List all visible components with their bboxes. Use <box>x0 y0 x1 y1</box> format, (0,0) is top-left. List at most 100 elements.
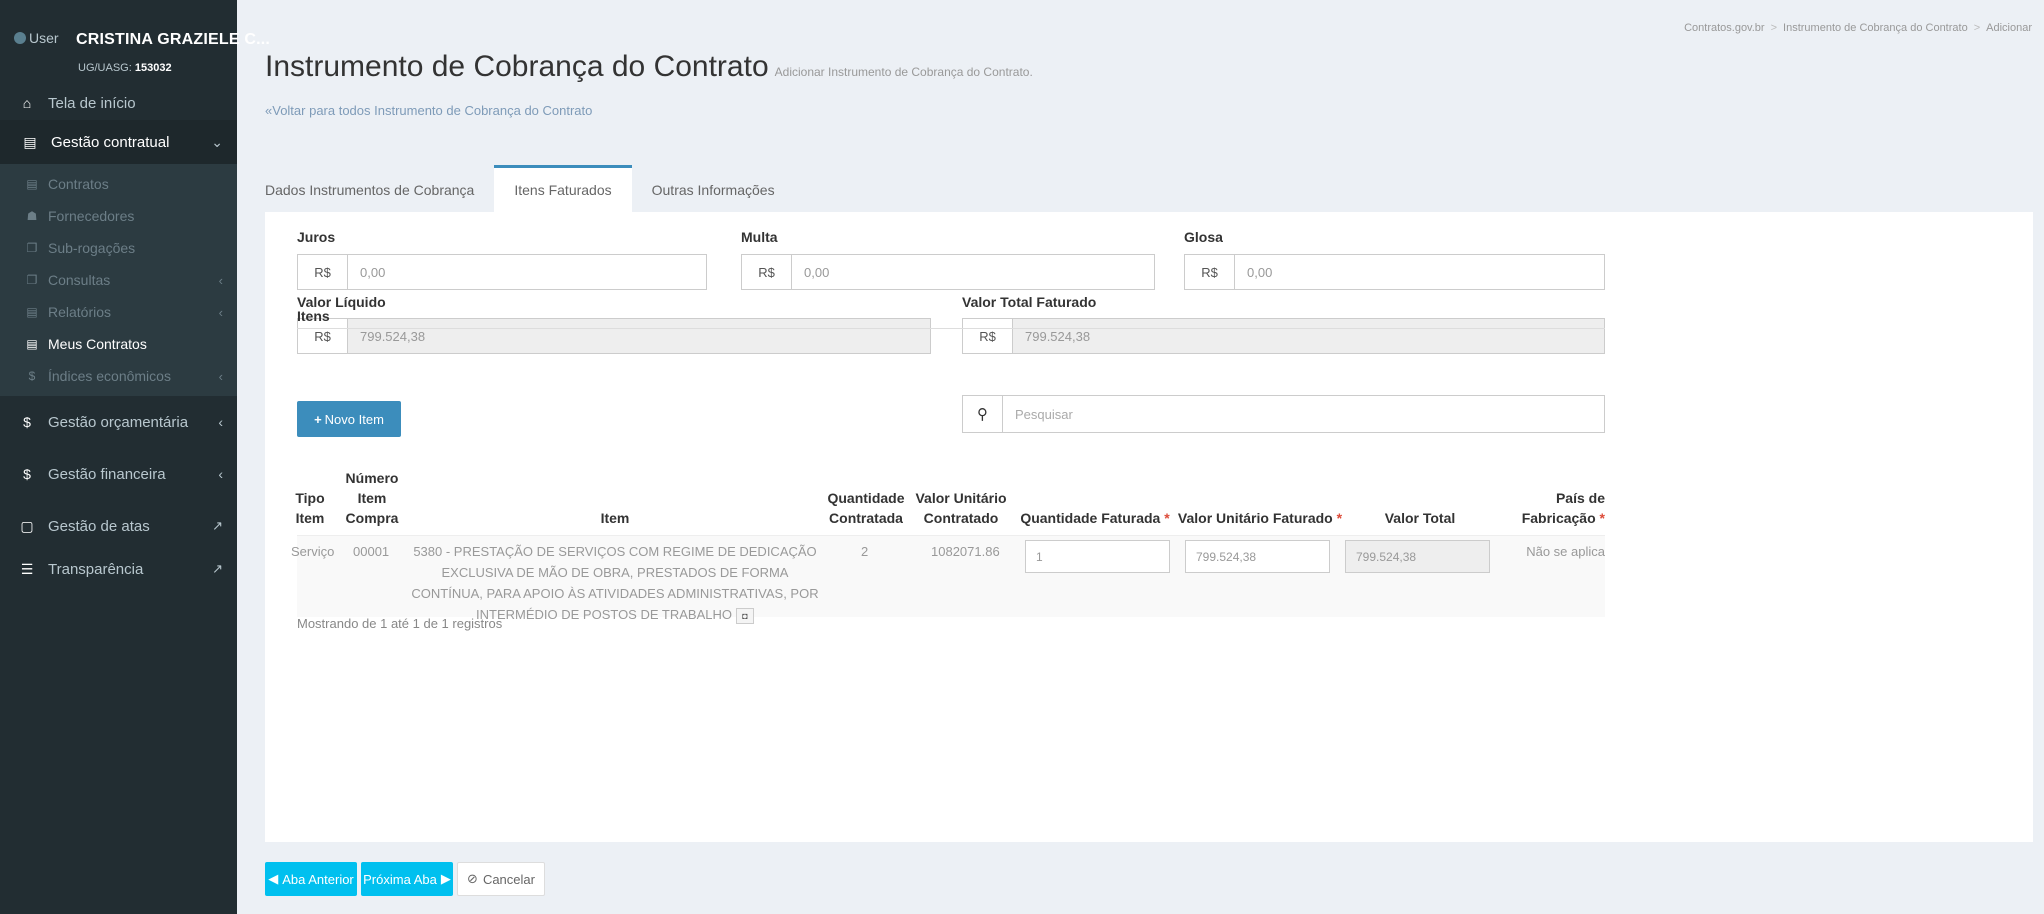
th-pais-fabricacao: País de Fabricação * <box>1495 488 1605 528</box>
sidebar-item-subrogacoes[interactable]: ❐ Sub-rogações <box>0 232 237 264</box>
valor-total-label: Valor Total Faturado <box>962 294 1097 310</box>
file-icon: ▤ <box>23 133 37 150</box>
home-icon: ⌂ <box>22 95 32 111</box>
th-text: Fabricação <box>1521 510 1596 526</box>
multa-field[interactable]: R$ 0,00 <box>741 254 1155 290</box>
quantidade-faturada-input[interactable]: 1 <box>1025 540 1170 573</box>
sidebar-item-label: Transparência <box>48 560 144 578</box>
plus-icon: + <box>314 411 322 427</box>
page-subtitle: Adicionar Instrumento de Cobrança do Con… <box>774 65 1033 79</box>
proxima-aba-button[interactable]: Próxima Aba ▶ <box>361 862 453 896</box>
required-mark: * <box>1164 510 1170 526</box>
ban-icon: ⊘ <box>467 871 478 886</box>
currency-addon: R$ <box>742 255 792 289</box>
sidebar-item-label: Tela de início <box>48 94 136 112</box>
th-text: País de <box>1555 490 1605 506</box>
users-icon: ☗ <box>26 209 38 223</box>
dollar-icon: $ <box>28 369 36 383</box>
th-text: Item <box>357 490 387 506</box>
sidebar-item-gestao-orcamentaria[interactable]: $ Gestão orçamentária ‹ <box>0 396 237 448</box>
th-tipo-item: Tipo Item <box>285 488 335 528</box>
arrow-right-circle-icon: ▶ <box>440 871 451 886</box>
sidebar-item-label: Gestão orçamentária <box>48 413 189 431</box>
juros-label: Juros <box>297 229 336 245</box>
cell-item: 5380 - PRESTAÇÃO DE SERVIÇOS COM REGIME … <box>410 541 820 625</box>
th-text: Valor Unitário <box>915 490 1007 506</box>
arrow-left-circle-icon: ◀ <box>268 871 279 886</box>
dollar-icon: $ <box>23 466 31 482</box>
back-link[interactable]: «Voltar para todos Instrumento de Cobran… <box>265 103 592 118</box>
sidebar-item-home[interactable]: ⌂ Tela de início <box>0 86 237 120</box>
aba-anterior-button[interactable]: ◀ Aba Anterior <box>265 862 357 896</box>
sidebar-item-indices[interactable]: $ Índices econômicos ‹ <box>0 360 237 392</box>
sidebar-item-label: Contratos <box>48 176 109 192</box>
cell-vu-contratado: 1082071.86 <box>931 544 1000 559</box>
glosa-input[interactable]: 0,00 <box>1235 255 1604 289</box>
cell-numero: 00001 <box>353 544 390 559</box>
file-icon: ▤ <box>26 305 38 319</box>
file-icon: ▤ <box>26 337 38 351</box>
tab-outras-informacoes[interactable]: Outras Informações <box>632 165 795 212</box>
valor-liquido-field: R$ 799.524,38 <box>297 318 931 354</box>
breadcrumb-separator: > <box>1973 22 1981 34</box>
file-icon: ▤ <box>26 177 38 191</box>
valor-total-input: 799.524,38 <box>1025 328 1091 344</box>
th-text: Contratado <box>923 510 999 526</box>
copy-icon: ❐ <box>26 273 38 287</box>
th-valor-total: Valor Total <box>1384 510 1456 526</box>
novo-item-label: Novo Item <box>324 411 384 427</box>
tab-dados[interactable]: Dados Instrumentos de Cobrança <box>265 165 494 212</box>
sidebar-item-fornecedores[interactable]: ☗ Fornecedores <box>0 200 237 232</box>
cancelar-button[interactable]: ⊘ Cancelar <box>457 862 545 896</box>
search-input[interactable]: Pesquisar <box>1003 396 1073 432</box>
sidebar-item-gestao-financeira[interactable]: $ Gestão financeira ‹ <box>0 448 237 500</box>
external-link-icon: ↗ <box>212 518 223 533</box>
juros-input[interactable]: 0,00 <box>348 255 706 289</box>
tab-itens-faturados[interactable]: Itens Faturados <box>494 165 632 212</box>
th-text: Número <box>345 470 399 486</box>
sidebar-item-consultas[interactable]: ❐ Consultas ‹ <box>0 264 237 296</box>
sidebar-item-gestao-atas[interactable]: ▢ Gestão de atas ↗ <box>0 500 237 552</box>
proxima-aba-label: Próxima Aba <box>363 871 437 887</box>
breadcrumb-item-instrumento[interactable]: Instrumento de Cobrança do Contrato <box>1783 22 1968 34</box>
sidebar-item-contratos[interactable]: ▤ Contratos <box>0 168 237 200</box>
aba-anterior-label: Aba Anterior <box>282 871 354 887</box>
sidebar-item-label: Meus Contratos <box>48 336 147 352</box>
sidebar-item-transparencia[interactable]: ☰ Transparência ↗ <box>0 552 237 586</box>
itens-label: Itens <box>297 308 330 324</box>
cell-item-text: 5380 - PRESTAÇÃO DE SERVIÇOS COM REGIME … <box>411 544 819 622</box>
sidebar-item-meus-contratos[interactable]: ▤ Meus Contratos <box>0 328 237 360</box>
sidebar-item-relatorios[interactable]: ▤ Relatórios ‹ <box>0 296 237 328</box>
submenu-gestao-contratual: ▤ Contratos ☗ Fornecedores ❐ Sub-rogações ❐… <box>0 164 237 396</box>
user-label: User <box>29 30 59 46</box>
chevron-down-icon: ⌄ <box>211 133 223 150</box>
valor-liquido-input: 799.524,38 <box>360 328 426 344</box>
document-icon: ▢ <box>20 517 34 534</box>
sidebar-item-label: Relatórios <box>48 304 112 320</box>
th-quantidade-contratada: Quantidade Contratada <box>821 488 911 528</box>
user-panel: User CRISTINA GRAZIELE C... UG/UASG: 153… <box>0 0 270 87</box>
chevron-left-icon: ‹ <box>218 304 223 320</box>
back-link-text: Voltar para todos Instrumento de Cobranç… <box>272 103 593 118</box>
search-box: ⚲ Pesquisar <box>962 395 1605 433</box>
chevron-left-icon: ‹ <box>218 414 223 430</box>
sidebar-item-gestao-contratual[interactable]: ▤ Gestão contratual ⌄ <box>0 120 237 164</box>
currency-addon: R$ <box>1185 255 1235 289</box>
novo-item-button[interactable]: + Novo Item <box>297 401 401 437</box>
sidebar-item-label: Gestão financeira <box>48 465 166 483</box>
currency-addon: R$ <box>963 319 1013 353</box>
valor-unitario-faturado-input[interactable]: 799.524,38 <box>1185 540 1330 573</box>
glosa-field[interactable]: R$ 0,00 <box>1184 254 1605 290</box>
sidebar-item-label: Sub-rogações <box>48 240 136 256</box>
th-quantidade-faturada: Quantidade Faturada * <box>1015 508 1175 528</box>
th-text: Tipo <box>295 490 325 506</box>
multa-input[interactable]: 0,00 <box>792 255 1154 289</box>
juros-field[interactable]: R$ 0,00 <box>297 254 707 290</box>
external-link-icon: ↗ <box>212 561 223 576</box>
breadcrumb-item-home[interactable]: Contratos.gov.br <box>1684 22 1765 34</box>
sidebar-item-label: Gestão de atas <box>48 517 150 535</box>
expand-icon[interactable]: ◘ <box>735 607 754 624</box>
valor-total-field: R$ 799.524,38 <box>962 318 1605 354</box>
user-avatar: User <box>14 30 59 46</box>
list-icon: ☰ <box>20 560 34 577</box>
